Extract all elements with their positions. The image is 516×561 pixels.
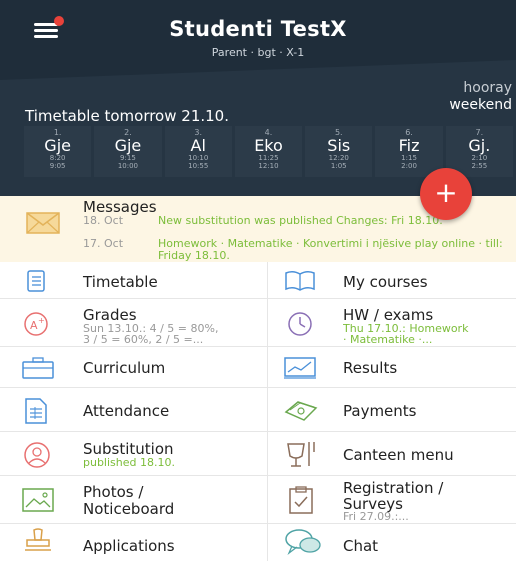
timetable-lesson[interactable]: 1. Gje 8:20 9:05 — [24, 126, 92, 177]
envelope-icon — [26, 212, 60, 234]
lesson-start: 11:25 — [258, 154, 279, 162]
menu-label-line2: Noticeboard — [83, 500, 175, 518]
substitution-summary: published 18.10. — [83, 457, 175, 469]
menu-label: Applications — [83, 537, 175, 555]
menu-label: Grades — [83, 306, 137, 324]
menu-item-canteen[interactable]: Canteen menu — [268, 432, 516, 476]
timetable-tomorrow-title: Timetable tomorrow 21.10. — [25, 107, 229, 125]
lesson-end: 2:00 — [401, 162, 417, 170]
hw-summary-line2: · Matematike ·... — [343, 334, 433, 346]
menu-item-photos[interactable]: Photos / Noticeboard — [0, 476, 268, 524]
lesson-end: 10:55 — [188, 162, 209, 170]
chart-icon — [284, 357, 316, 379]
message-text: Homework · Matematike · Konvertimi i një… — [158, 237, 503, 262]
grades-icon: A + — [24, 312, 48, 336]
lesson-start: 8:20 — [49, 154, 66, 162]
menu-label: HW / exams — [343, 306, 434, 324]
photo-icon — [22, 488, 54, 512]
grades-summary-line2: 3 / 5 = 60%, 2 / 5 =... — [83, 334, 204, 346]
menu-item-curriculum[interactable]: Curriculum — [0, 347, 268, 388]
menu-item-results[interactable]: Results — [268, 347, 516, 388]
message-date: 17. Oct — [83, 237, 124, 250]
menu-item-hw-exams[interactable]: HW / exams Thu 17.10.: Homework · Matema… — [268, 299, 516, 347]
menu-grid: Timetable My courses A + Grades Sun 13.1… — [0, 262, 516, 561]
weekend-text: weekend — [449, 97, 512, 113]
menu-label: Photos / — [83, 483, 144, 501]
lesson-start: 10:10 — [188, 154, 209, 162]
lesson-end: 12:10 — [258, 162, 279, 170]
clock-icon — [288, 312, 312, 336]
svg-text:A: A — [30, 319, 38, 332]
menu-label: Results — [343, 359, 398, 377]
lesson-end: 2:55 — [471, 162, 488, 170]
menu-label: My courses — [343, 273, 428, 291]
menu-item-my-courses[interactable]: My courses — [268, 262, 516, 299]
app-title: Studenti TestX — [169, 17, 347, 41]
menu-item-timetable[interactable]: Timetable — [0, 262, 268, 299]
menu-item-grades[interactable]: A + Grades Sun 13.10.: 4 / 5 = 80%, 3 / … — [0, 299, 268, 347]
lesson-subject: Sis — [327, 136, 351, 155]
chat-icon — [285, 529, 321, 555]
message-date: 18. Oct — [83, 214, 124, 227]
app-subtitle: Parent · bgt · X-1 — [211, 46, 305, 59]
canteen-icon — [287, 442, 315, 467]
message-text: New substitution was published Changes: … — [158, 214, 443, 227]
timetable-icon — [27, 270, 45, 292]
lesson-subject: Gje — [44, 136, 71, 155]
lesson-subject: Eko — [254, 136, 283, 155]
lesson-start: 2:10 — [471, 154, 488, 162]
lesson-subject: Gje — [114, 136, 142, 155]
person-swap-icon — [24, 442, 50, 468]
menu-label: Registration / — [343, 479, 444, 497]
menu-label-line2: Surveys — [343, 495, 403, 513]
menu-item-substitution[interactable]: Substitution published 18.10. — [0, 432, 268, 476]
stamp-icon — [25, 528, 51, 551]
book-icon — [285, 270, 315, 291]
svg-text:+: + — [38, 316, 45, 325]
money-icon — [284, 401, 318, 421]
timetable-lesson[interactable]: 2. Gje 9:15 10:00 — [94, 126, 162, 177]
timetable-lesson[interactable]: 4. Eko 11:25 12:10 — [234, 126, 303, 177]
add-fab-button[interactable]: + — [420, 168, 472, 220]
lesson-end: 10:00 — [117, 162, 139, 170]
menu-item-applications[interactable]: Applications — [0, 524, 268, 561]
timetable-lesson[interactable]: 6. Fiz 1:15 2:00 — [375, 126, 443, 177]
lesson-subject: Fiz — [398, 136, 420, 155]
lesson-end: 9:05 — [49, 162, 66, 170]
attendance-icon — [25, 398, 47, 424]
menu-label: Timetable — [83, 273, 158, 291]
lesson-subject: Al — [190, 136, 206, 155]
menu-label: Canteen menu — [343, 446, 454, 464]
menu-label: Attendance — [83, 402, 170, 420]
menu-item-chat[interactable]: Chat — [268, 524, 516, 561]
menu-label: Substitution — [83, 440, 174, 458]
timetable-lesson[interactable]: 3. Al 10:10 10:55 — [164, 126, 232, 177]
menu-item-registration[interactable]: Registration / Surveys Fri 27.09.:... — [268, 476, 516, 524]
lesson-start: 9:15 — [120, 154, 136, 162]
hooray-text: hooray — [463, 80, 512, 96]
briefcase-icon — [22, 357, 54, 379]
lesson-subject: Gj. — [468, 136, 491, 155]
lesson-end: 1:05 — [330, 162, 347, 170]
clipboard-icon — [289, 486, 313, 514]
app-header: Studenti TestX Parent · bgt · X-1 hooray… — [0, 0, 516, 196]
menu-label: Chat — [343, 537, 379, 555]
lesson-start: 1:15 — [401, 154, 417, 162]
timetable-lesson[interactable]: 5. Sis 12:20 1:05 — [305, 126, 373, 177]
registration-summary: Fri 27.09.:... — [343, 511, 409, 523]
menu-label: Payments — [343, 402, 417, 420]
menu-item-attendance[interactable]: Attendance — [0, 388, 268, 432]
lesson-start: 12:20 — [328, 154, 349, 162]
menu-label: Curriculum — [83, 359, 166, 377]
menu-item-payments[interactable]: Payments — [268, 388, 516, 432]
